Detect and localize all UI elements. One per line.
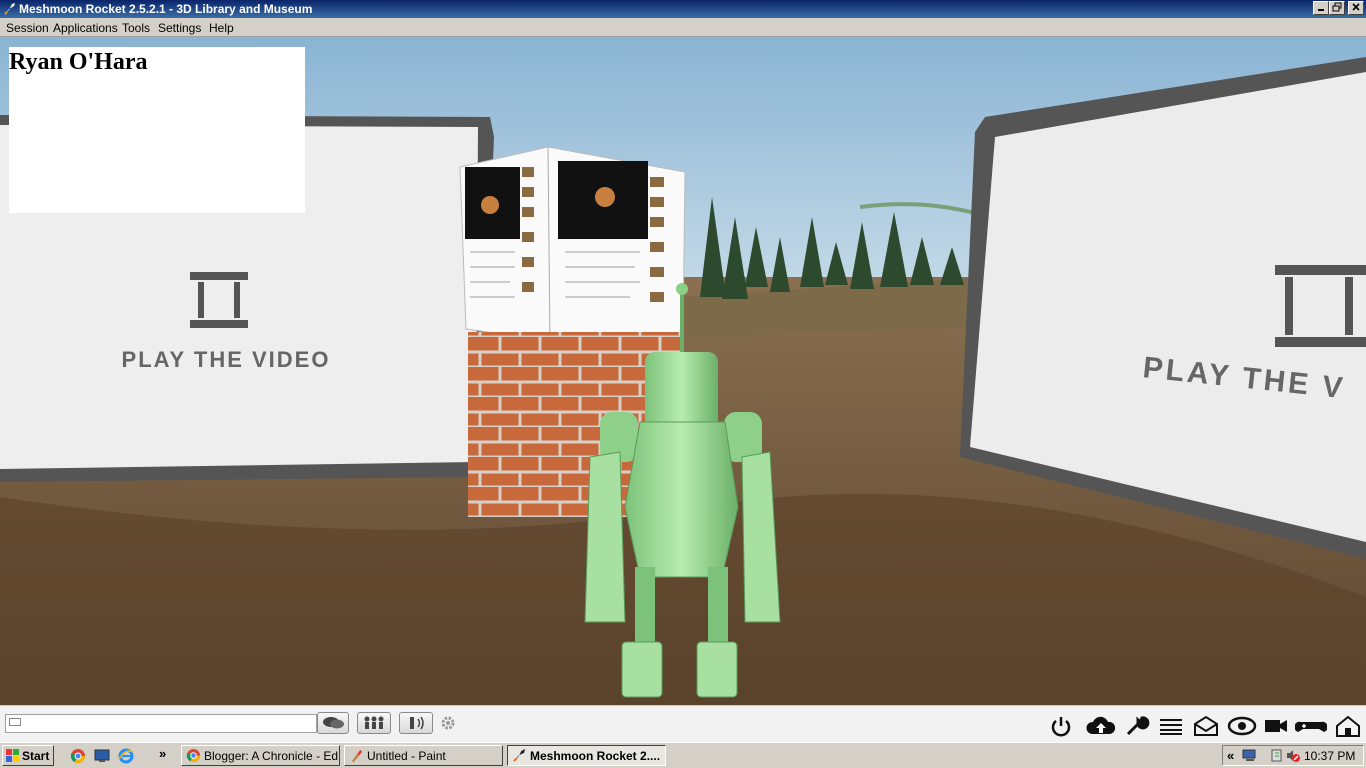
users-icon [364, 716, 384, 729]
menu-tools[interactable]: Tools [122, 21, 150, 35]
cloud-upload-icon[interactable] [1084, 714, 1118, 738]
task-button-blogger[interactable]: Blogger: A Chronicle - Ed... [181, 745, 340, 766]
camera-icon[interactable] [1262, 714, 1290, 738]
task-label: Untitled - Paint [367, 749, 446, 763]
voice-button[interactable] [399, 712, 433, 734]
os-taskbar: Start » Blogger: A Chronicle - Ed... Unt… [0, 742, 1366, 768]
windows-logo-icon [6, 749, 19, 762]
wrench-icon[interactable] [1122, 714, 1150, 738]
clock: 10:37 PM [1304, 749, 1356, 763]
gamepad-icon[interactable] [1295, 714, 1327, 738]
start-button[interactable]: Start [2, 745, 54, 766]
menu-settings[interactable]: Settings [158, 21, 201, 35]
eye-icon[interactable] [1226, 714, 1258, 738]
username-label: Ryan O'Hara [9, 49, 148, 75]
task-label: Blogger: A Chronicle - Ed... [204, 749, 340, 763]
menu-session[interactable]: Session [6, 21, 49, 35]
window-title: Meshmoon Rocket 2.5.2.1 - 3D Library and… [19, 2, 313, 16]
close-button[interactable] [1348, 1, 1364, 15]
task-label: Meshmoon Rocket 2.... [530, 749, 661, 763]
restore-icon [1332, 2, 1342, 12]
desktop-icon[interactable] [94, 748, 110, 764]
task-button-paint[interactable]: Untitled - Paint [344, 745, 503, 766]
chat-bubbles-icon [323, 717, 344, 729]
minimize-button[interactable] [1313, 1, 1329, 15]
users-button[interactable] [357, 712, 391, 734]
rocket-icon [513, 748, 526, 762]
chrome-icon[interactable] [70, 748, 86, 764]
mail-icon[interactable] [1192, 714, 1220, 738]
chat-input-icon [9, 718, 21, 726]
power-icon[interactable] [1047, 714, 1075, 738]
start-label: Start [22, 749, 50, 763]
title-bar: Meshmoon Rocket 2.5.2.1 - 3D Library and… [0, 0, 1366, 18]
voice-icon [410, 716, 424, 730]
tray-expand-button[interactable]: « [1227, 748, 1234, 763]
task-button-meshmoon[interactable]: Meshmoon Rocket 2.... [507, 745, 666, 766]
username-overlay: Ryan O'Hara [9, 47, 305, 213]
chrome-icon [186, 748, 201, 763]
network-icon[interactable] [1242, 748, 1258, 763]
volume-muted-icon[interactable] [1285, 748, 1301, 763]
system-tray: « 10:37 PM [1222, 745, 1364, 766]
quick-launch-more[interactable]: » [159, 746, 166, 761]
rocket-icon [4, 3, 15, 15]
menu-applications[interactable]: Applications [53, 21, 118, 35]
chat-input[interactable] [5, 714, 317, 733]
minimize-icon [1318, 9, 1324, 11]
restore-button[interactable] [1329, 1, 1345, 15]
paint-icon [351, 749, 363, 763]
chat-button[interactable] [317, 712, 349, 734]
3d-viewport[interactable]: PLAY THE VIDEO PLAY THE V Ryan O'Hara [0, 37, 1366, 705]
ie-icon[interactable] [118, 748, 134, 764]
safely-remove-icon[interactable] [1270, 748, 1286, 763]
menu-bar: Session Applications Tools Settings Help [0, 18, 1366, 37]
menu-help[interactable]: Help [209, 21, 234, 35]
layers-icon[interactable] [1157, 714, 1185, 738]
bottom-toolbar [0, 705, 1366, 742]
close-icon [1352, 3, 1360, 11]
home-icon[interactable] [1333, 714, 1363, 738]
left-screen-text: PLAY THE VIDEO [122, 347, 331, 372]
settings-gear-icon[interactable] [440, 715, 456, 731]
